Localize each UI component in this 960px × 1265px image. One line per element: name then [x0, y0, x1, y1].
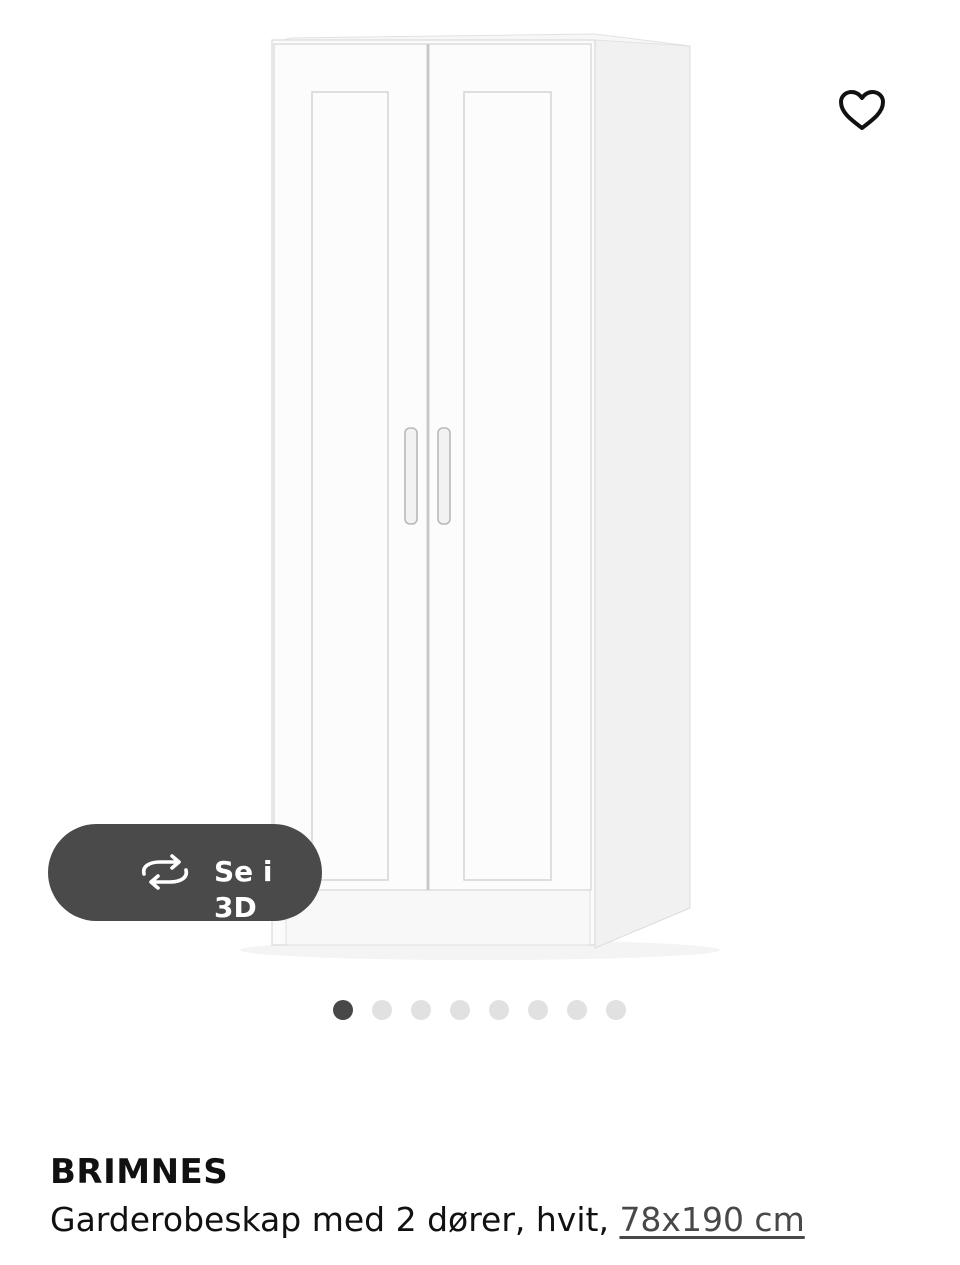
product-page: Se i 3D BRIMNES Garderobeskap med 2 døre… — [0, 0, 960, 1265]
view-in-3d-label: Se i 3D — [214, 855, 273, 924]
carousel-dot-5[interactable] — [489, 1000, 509, 1020]
carousel-dot-4[interactable] — [450, 1000, 470, 1020]
product-description-text: Garderobeskap med 2 dører, hvit, — [50, 1200, 620, 1239]
carousel-dot-6[interactable] — [528, 1000, 548, 1020]
product-size-link[interactable]: 78x190 cm — [619, 1200, 804, 1239]
carousel-dot-1[interactable] — [333, 1000, 353, 1020]
heart-outline-icon — [839, 90, 885, 130]
image-carousel-dots — [333, 1000, 626, 1020]
carousel-dot-8[interactable] — [606, 1000, 626, 1020]
view-in-3d-button[interactable]: Se i 3D — [48, 824, 322, 924]
product-description: Garderobeskap med 2 dører, hvit, 78x190 … — [50, 1200, 805, 1239]
favorite-button[interactable] — [826, 80, 898, 140]
product-name: BRIMNES — [50, 1152, 229, 1192]
carousel-dot-2[interactable] — [372, 1000, 392, 1020]
rotate-arrows-icon — [141, 854, 189, 890]
carousel-dot-3[interactable] — [411, 1000, 431, 1020]
carousel-dot-7[interactable] — [567, 1000, 587, 1020]
